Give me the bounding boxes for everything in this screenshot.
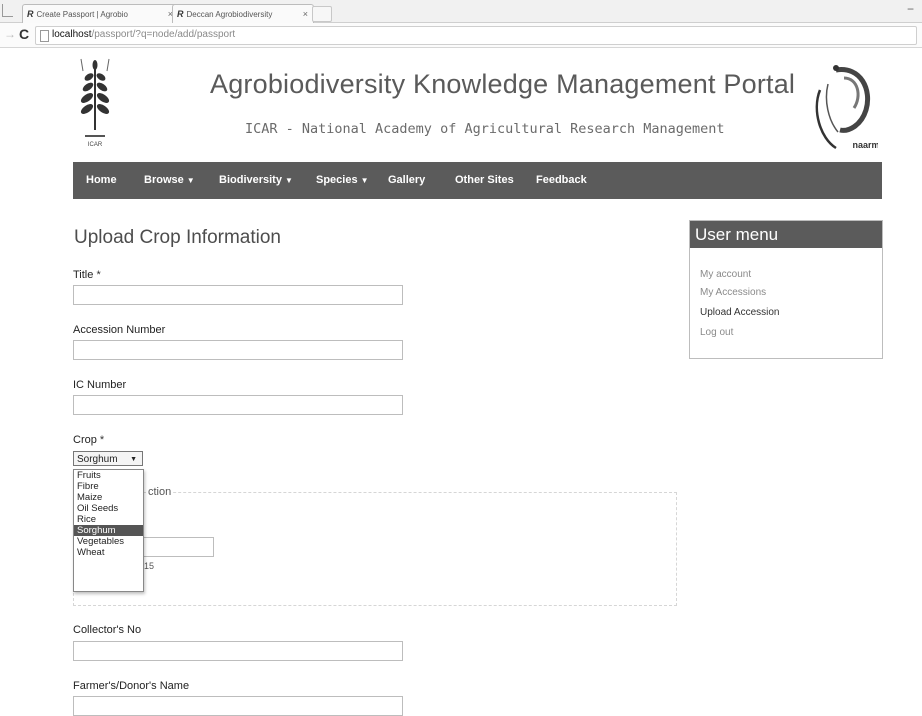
- crop-option[interactable]: Oil Seeds: [74, 503, 143, 514]
- accession-number-input[interactable]: [73, 340, 403, 360]
- page-title: Upload Crop Information: [74, 227, 281, 248]
- crop-label: Crop *: [73, 434, 105, 446]
- link-my-account[interactable]: My account: [700, 269, 751, 280]
- farmer-donor-name-label: Farmer's/Donor's Name: [73, 680, 190, 692]
- crop-option[interactable]: Maize: [74, 492, 143, 503]
- url-input[interactable]: localhost/passport/?q=node/add/passport: [35, 26, 917, 45]
- address-bar-row: → C localhost/passport/?q=node/add/passp…: [0, 23, 922, 48]
- browser-tab-deccan[interactable]: R Deccan Agrobiodiversity ×: [172, 4, 314, 23]
- crop-option-selected[interactable]: Sorghum: [74, 525, 143, 536]
- svg-text:naarm: naarm: [852, 140, 878, 150]
- tab-label: Deccan Agrobiodiversity: [186, 10, 273, 19]
- user-menu-block: User menu My account My Accessions Uploa…: [689, 220, 883, 359]
- icar-logo[interactable]: ICAR: [75, 55, 115, 150]
- farmer-donor-name-input[interactable]: [73, 696, 403, 716]
- chevron-down-icon: ▼: [284, 176, 293, 185]
- nav-home[interactable]: Home: [86, 162, 117, 199]
- nav-browse[interactable]: Browse ▼: [144, 162, 195, 199]
- collectors-no-input[interactable]: [73, 641, 403, 661]
- nav-gallery[interactable]: Gallery: [388, 162, 425, 199]
- required-marker: *: [96, 269, 101, 281]
- minimize-icon[interactable]: −: [907, 2, 914, 16]
- new-tab-button[interactable]: [312, 6, 332, 22]
- nav-species[interactable]: Species ▼: [316, 162, 369, 199]
- close-tab-icon[interactable]: ×: [303, 5, 308, 23]
- accession-number-label: Accession Number: [73, 324, 166, 336]
- chevron-down-icon: ▼: [186, 176, 195, 185]
- browser-tab-create-passport[interactable]: R Create Passport | Agrobio ×: [22, 4, 179, 23]
- back-arrow-icon[interactable]: →: [4, 27, 16, 41]
- crop-option[interactable]: Rice: [74, 514, 143, 525]
- fieldset-legend: ction: [146, 486, 174, 498]
- collection-hint: 15: [144, 561, 155, 571]
- nav-feedback[interactable]: Feedback: [536, 162, 587, 199]
- url-text: localhost/passport/?q=node/add/passport: [52, 29, 236, 40]
- collection-date-input[interactable]: [143, 537, 214, 557]
- title-label: Title *: [73, 269, 101, 281]
- crop-option[interactable]: Wheat: [74, 547, 143, 558]
- tab-label: Create Passport | Agrobio: [36, 10, 128, 19]
- ic-number-label: IC Number: [73, 379, 127, 391]
- ic-number-input[interactable]: [73, 395, 403, 415]
- svg-text:ICAR: ICAR: [88, 142, 103, 148]
- crop-dropdown-list[interactable]: Fruits Fibre Maize Oil Seeds Rice Sorghu…: [73, 469, 144, 592]
- site-title: Agrobiodiversity Knowledge Management Po…: [210, 69, 796, 99]
- chevron-down-icon: ▼: [360, 176, 369, 185]
- crop-option[interactable]: Fibre: [74, 481, 143, 492]
- browser-tab-strip: R Create Passport | Agrobio × R Deccan Agr…: [0, 0, 922, 23]
- user-menu-title: User menu: [690, 221, 882, 248]
- required-marker: *: [99, 434, 105, 446]
- nav-other-sites[interactable]: Other Sites: [455, 162, 514, 199]
- nav-biodiversity[interactable]: Biodiversity ▼: [219, 162, 293, 199]
- link-log-out[interactable]: Log out: [700, 327, 733, 338]
- favicon-icon: R: [27, 9, 34, 19]
- site-subtitle: ICAR - National Academy of Agricultural …: [245, 121, 725, 137]
- crop-option[interactable]: Fruits: [74, 470, 143, 481]
- title-input[interactable]: [73, 285, 403, 305]
- crop-select[interactable]: Sorghum ▼: [73, 451, 143, 466]
- reload-icon[interactable]: C: [19, 26, 29, 42]
- chevron-down-icon: ▼: [130, 456, 137, 463]
- link-my-accessions[interactable]: My Accessions: [700, 287, 766, 298]
- collectors-no-label: Collector's No: [73, 624, 142, 636]
- naarm-logo[interactable]: naarm: [806, 60, 880, 156]
- favicon-icon: R: [177, 9, 184, 19]
- link-upload-accession[interactable]: Upload Accession: [700, 307, 780, 318]
- window-menu-icon[interactable]: [2, 4, 13, 17]
- crop-option[interactable]: Vegetables: [74, 536, 143, 547]
- main-navigation: Home Browse ▼ Biodiversity ▼ Species ▼ Gall…: [73, 162, 882, 199]
- page-icon: [40, 30, 49, 42]
